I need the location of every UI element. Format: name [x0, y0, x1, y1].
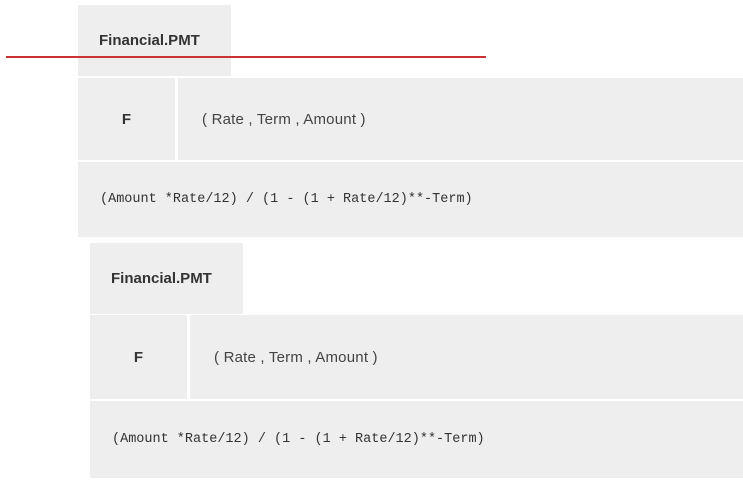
function-formula: (Amount *Rate/12) / (1 - (1 + Rate/12)**… — [90, 401, 743, 478]
function-formula: (Amount *Rate/12) / (1 - (1 + Rate/12)**… — [78, 162, 743, 237]
function-card-2: Financial.PMT F ( Rate , Term , Amount )… — [90, 243, 743, 478]
function-type-label: F — [90, 315, 190, 399]
function-title: Financial.PMT — [78, 5, 231, 76]
function-title: Financial.PMT — [90, 243, 243, 314]
signature-row: F ( Rate , Term , Amount ) — [78, 78, 743, 160]
red-divider-line — [6, 56, 486, 58]
function-card-1: Financial.PMT F ( Rate , Term , Amount )… — [78, 5, 743, 237]
function-arguments: ( Rate , Term , Amount ) — [202, 110, 366, 128]
function-type-label: F — [78, 78, 178, 160]
signature-row: F ( Rate , Term , Amount ) — [90, 315, 743, 399]
function-arguments: ( Rate , Term , Amount ) — [214, 348, 378, 366]
